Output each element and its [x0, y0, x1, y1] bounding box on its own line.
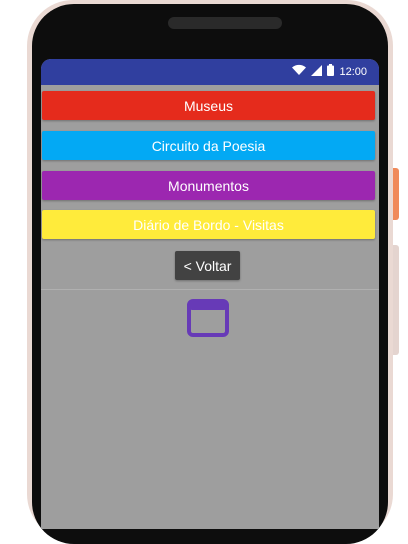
wifi-icon — [292, 63, 307, 81]
window-icon — [187, 299, 229, 342]
speaker-grille — [168, 17, 282, 29]
divider — [41, 289, 379, 290]
museus-button[interactable]: Museus — [42, 91, 375, 120]
app-screen: 12:00 Museus Circuito da Poesia Monument… — [41, 59, 379, 529]
back-button[interactable]: < Voltar — [175, 251, 240, 280]
cell-signal-icon — [311, 63, 323, 81]
battery-icon — [327, 63, 335, 81]
status-indicators: 12:00 — [292, 64, 367, 80]
status-time: 12:00 — [339, 66, 367, 78]
power-button — [393, 168, 399, 220]
diario-de-bordo-button[interactable]: Diário de Bordo - Visitas — [42, 210, 375, 239]
volume-button — [393, 245, 399, 355]
circuito-da-poesia-button[interactable]: Circuito da Poesia — [42, 131, 375, 160]
monumentos-button[interactable]: Monumentos — [42, 171, 375, 200]
status-bar: 12:00 — [41, 59, 379, 85]
